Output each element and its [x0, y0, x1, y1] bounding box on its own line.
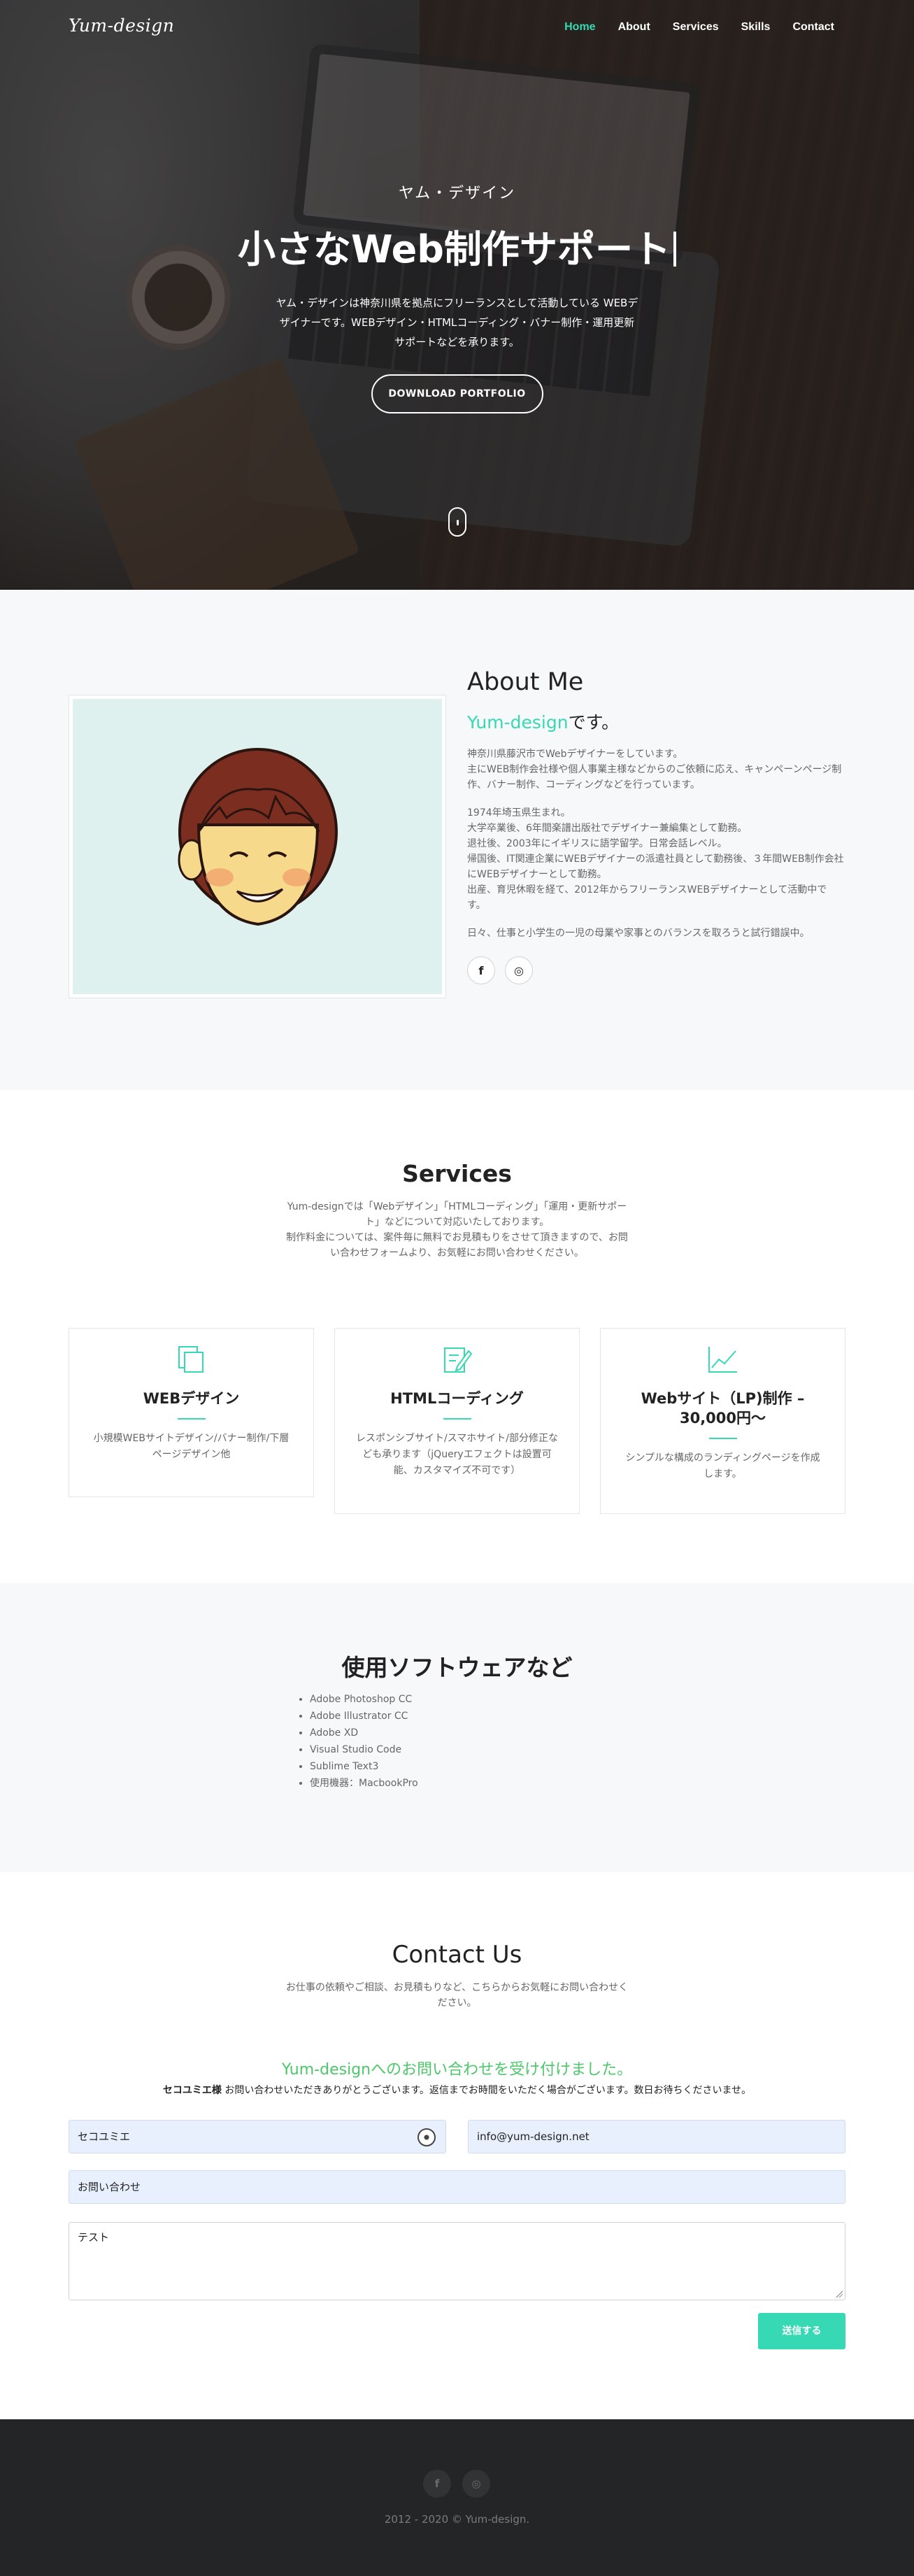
about-name-accent: Yum-design: [467, 712, 569, 733]
site-footer: f ◎ 2012 - 2020 © Yum-design.: [0, 2419, 914, 2576]
nav-item-skills[interactable]: Skills: [741, 21, 771, 34]
skills-list: Adobe Photoshop CC Adobe Illustrator CC …: [310, 1691, 418, 1792]
service-card-web-design: WEBデザイン 小規模WEBサイトデザイン/バナー制作/下層ページデザイン他: [69, 1328, 314, 1497]
nav-item-home[interactable]: Home: [564, 21, 595, 34]
list-item: Adobe XD: [310, 1725, 418, 1741]
about-title-a: About: [467, 668, 540, 696]
contact-description: お仕事の依頼やご相談、お見積もりなど、こちらからお気軽にお問い合わせください。: [285, 1982, 629, 2009]
scroll-wheel-icon: [457, 520, 459, 525]
hero-title-text: 小さなWeb制作サポート: [238, 227, 671, 271]
services-section: Services Yum-designでは「Webデザイン」「HTMLコーディン…: [0, 1090, 914, 1583]
copy-icon: [178, 1346, 203, 1373]
message-textarea[interactable]: テスト: [69, 2222, 845, 2300]
send-button[interactable]: 送信する: [758, 2313, 845, 2349]
chart-icon: [708, 1347, 737, 1373]
edit-icon: [443, 1347, 472, 1373]
about-title: About Me: [467, 668, 845, 696]
copyright: 2012 - 2020 © Yum-design.: [384, 2513, 530, 2526]
hero-description: ヤム・デザインは神奈川県を拠点にフリーランスとして活動している WEBデザイナー…: [276, 297, 638, 348]
services-title: Services: [402, 1160, 512, 1187]
hero-subtitle: ヤム・デザイン: [398, 185, 516, 202]
about-paragraph-2: 1974年埼玉県生まれ。 大学卒業後、6年間楽譜出版社でデザイナー兼編集として勤…: [467, 807, 844, 911]
service-card-title: Webサイト（LP)制作 – 30,000円〜: [641, 1390, 805, 1427]
footer-facebook-icon[interactable]: f: [423, 2470, 451, 2498]
about-paragraph-3: 日々、仕事と小学生の一児の母業や家事とのバランスを取ろうと試行錯誤中。: [467, 928, 810, 939]
service-card-html-coding: HTMLコーディング レスポンシブサイト/スマホサイト/部分修正なども承ります（…: [334, 1328, 580, 1514]
footer-instagram-icon[interactable]: ◎: [462, 2470, 490, 2498]
autofill-icon[interactable]: [417, 2128, 436, 2146]
hero-section: Yum-design Home About Services Skills Co…: [0, 0, 914, 590]
about-name-suffix: です。: [568, 712, 620, 733]
list-item: Adobe Photoshop CC: [310, 1691, 418, 1708]
service-card-text: レスポンシブサイト/スマホサイト/部分修正なども承ります（jQueryエフェクト…: [356, 1433, 559, 1476]
about-social-links: f ◎: [467, 956, 845, 984]
avatar-illustration: [73, 699, 442, 994]
typing-caret: [673, 232, 676, 267]
scroll-down-icon[interactable]: [448, 507, 466, 537]
nav-item-about[interactable]: About: [618, 21, 650, 34]
download-portfolio-button[interactable]: DOWNLOAD PORTFOLIO: [371, 374, 543, 413]
hero-title: 小さなWeb制作サポート: [0, 218, 914, 274]
top-navigation: Yum-design Home About Services Skills Co…: [0, 0, 914, 56]
about-title-b: Me: [539, 668, 584, 696]
about-paragraph-1: 神奈川県藤沢市でWebデザイナーをしています。 主にWEB制作会社様や個人事業主…: [467, 749, 842, 791]
name-field[interactable]: セコユミエ: [69, 2120, 446, 2153]
nav-menu: Home About Services Skills Contact: [542, 21, 834, 34]
email-field[interactable]: info@yum-design.net: [468, 2120, 845, 2153]
message-value: テスト: [78, 2231, 110, 2244]
skills-title: 使用ソフトウェアなど: [341, 1654, 573, 1681]
success-name: セコユミエ様: [162, 2085, 222, 2096]
about-image-frame: [69, 695, 446, 998]
success-message: Yum-designへのお問い合わせを受け付けました。: [281, 2061, 633, 2079]
hero-content: ヤム・デザイン 小さなWeb制作サポート ヤム・デザインは神奈川県を拠点にフリー…: [0, 181, 914, 413]
success-detail: セコユミエ様 お問い合わせいただきありがとうございます。返信までお時間をいただく…: [0, 2083, 914, 2097]
skills-section: 使用ソフトウェアなど Adobe Photoshop CC Adobe Illu…: [0, 1583, 914, 1872]
service-card-divider: [177, 1418, 206, 1420]
contact-title-a: Contact: [392, 1941, 485, 1969]
nav-item-contact[interactable]: Contact: [792, 21, 834, 34]
services-cards: WEBデザイン 小規模WEBサイトデザイン/バナー制作/下層ページデザイン他 H…: [69, 1328, 845, 1517]
contact-title: Contact Us: [0, 1941, 914, 1969]
about-text: About Me Yum-designです。 神奈川県藤沢市でWebデザイナーを…: [467, 668, 845, 984]
contact-section: Contact Us お仕事の依頼やご相談、お見積もりなど、こちらからお気軽にお…: [0, 1872, 914, 2419]
services-description: Yum-designでは「Webデザイン」「HTMLコーディング」「運用・更新サ…: [286, 1201, 628, 1259]
instagram-icon[interactable]: ◎: [505, 956, 533, 984]
service-card-divider: [708, 1438, 737, 1439]
service-card-text: 小規模WEBサイトデザイン/バナー制作/下層ページデザイン他: [93, 1433, 290, 1460]
service-card-title: HTMLコーディング: [390, 1390, 524, 1407]
contact-title-b: Us: [484, 1941, 522, 1969]
service-card-text: シンプルな構成のランディングページを作成します。: [625, 1452, 820, 1480]
facebook-icon[interactable]: f: [467, 956, 495, 984]
service-card-title: WEBデザイン: [143, 1390, 240, 1407]
name-field-value: セコユミエ: [78, 2130, 131, 2143]
resize-handle-icon[interactable]: [836, 2291, 843, 2298]
about-name: Yum-designです。: [467, 709, 845, 734]
list-item: Adobe Illustrator CC: [310, 1708, 418, 1725]
avatar-face-icon: [178, 748, 338, 926]
service-card-lp: Webサイト（LP)制作 – 30,000円〜 シンプルな構成のランディングペー…: [600, 1328, 845, 1514]
nav-item-services[interactable]: Services: [673, 21, 719, 34]
site-logo[interactable]: Yum-design: [69, 15, 174, 36]
list-item: 使用機器：MacbookPro: [310, 1775, 418, 1792]
list-item: Sublime Text3: [310, 1758, 418, 1775]
list-item: Visual Studio Code: [310, 1741, 418, 1758]
success-text: お問い合わせいただきありがとうございます。返信までお時間をいただく場合がございま…: [221, 2085, 752, 2096]
about-section: About Me Yum-designです。 神奈川県藤沢市でWebデザイナーを…: [0, 590, 914, 1090]
subject-field[interactable]: お問い合わせ: [69, 2170, 845, 2204]
service-card-divider: [443, 1418, 471, 1420]
